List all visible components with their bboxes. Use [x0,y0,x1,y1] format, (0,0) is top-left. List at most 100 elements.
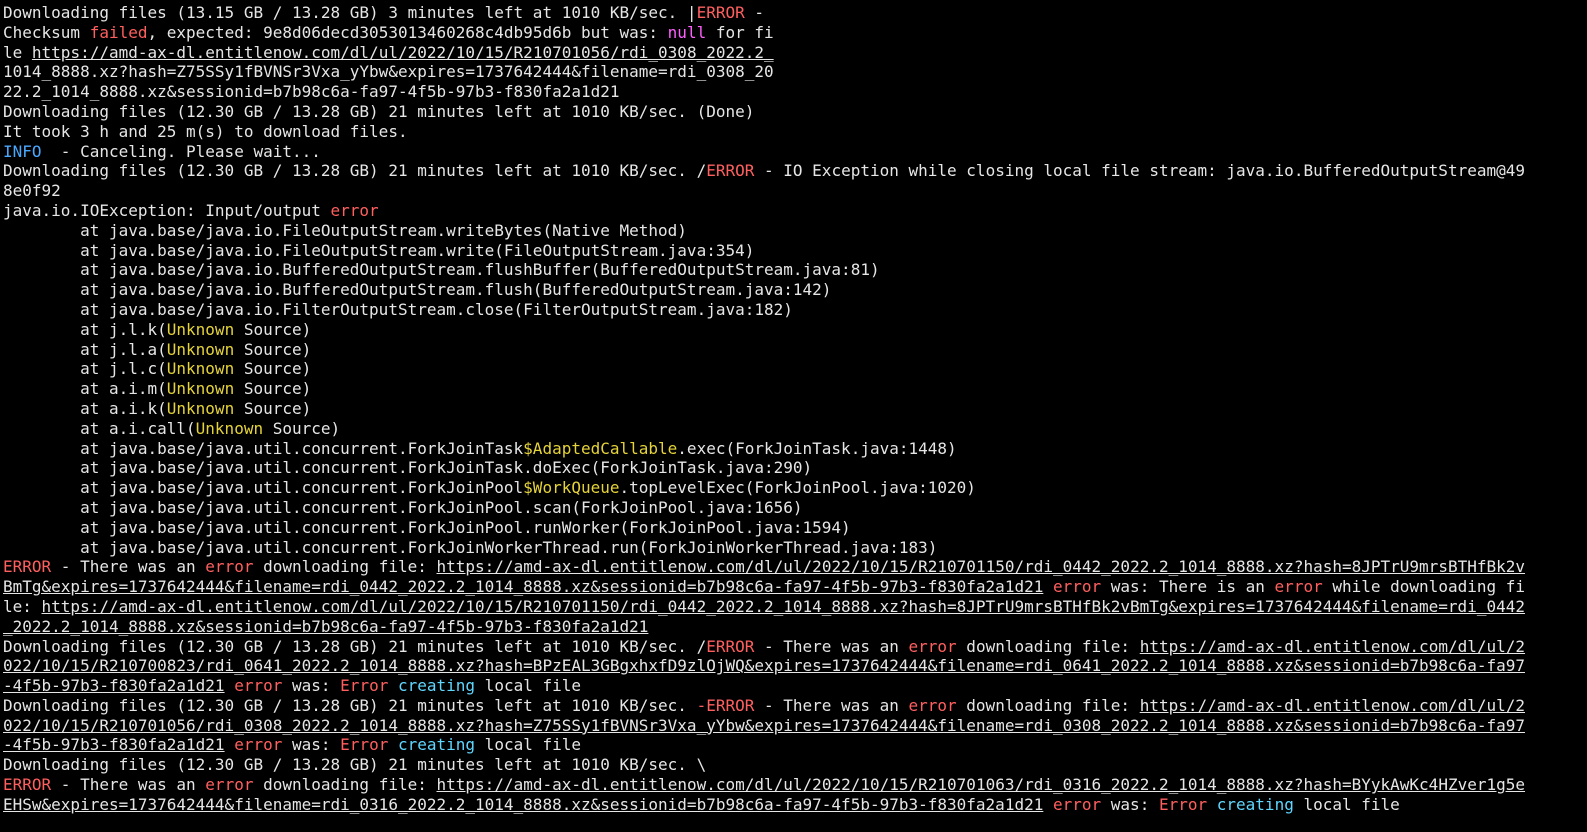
download-link[interactable]: BmTg&expires=1737642444&filename=rdi_044… [3,577,1043,596]
terminal-line: Checksum failed, expected: 9e8d06decd305… [3,23,1587,43]
terminal-line: at j.l.k(Unknown Source) [3,320,1587,340]
download-link[interactable]: https://amd-ax-dl.entitlenow.com/dl/ul/2… [437,775,1526,794]
line-text: at java.base/java.util.concurrent.ForkJo… [3,497,803,517]
terminal-line: at java.base/java.io.BufferedOutputStrea… [3,260,1587,280]
line-text [1043,795,1053,814]
line-text: at java.base/java.io.BufferedOutputStrea… [3,280,832,300]
highlight-cyan: creating [397,676,476,696]
line-text: was: [282,676,341,696]
terminal-line: at java.base/java.util.concurrent.ForkJo… [3,538,1587,558]
line-text: Downloading files (12.30 GB / 13.28 GB) … [3,636,707,656]
terminal-line: at j.l.a(Unknown Source) [3,340,1587,360]
terminal-line: INFO - Canceling. Please wait... [3,142,1587,162]
line-text: local file [475,676,582,696]
terminal-line: 022/10/15/R210701056/rdi_0308_2022.2_101… [3,716,1587,736]
download-link[interactable]: -4f5b-97b3-f830fa2a1d21 [3,676,225,695]
line-text: - There was an [754,636,909,656]
download-link[interactable]: _2022.2_1014_8888.xz&sessionid=b7b98c6a-… [3,617,648,636]
highlight-yellow: $WorkQueue [523,478,620,498]
line-text: Checksum [3,22,90,42]
line-text: downloading file: [253,775,437,795]
terminal-line: Downloading files (12.30 GB / 13.28 GB) … [3,755,1587,775]
line-text: Source) [234,319,312,339]
line-text [225,676,235,695]
line-text: - There was an [51,557,206,577]
highlight-err: error [1052,577,1102,597]
line-text: , expected: 9e8d06decd3053013460268c4db9… [147,22,668,42]
highlight-err: error [330,200,379,220]
highlight-yellow: Unknown [166,319,235,339]
download-link[interactable]: EHSw&expires=1737642444&filename=rdi_031… [3,795,1043,814]
terminal-line: at java.base/java.util.concurrent.ForkJo… [3,498,1587,518]
line-text: downloading file: [956,636,1140,656]
terminal-line: at java.base/java.io.FileOutputStream.wr… [3,221,1587,241]
terminal-line: EHSw&expires=1737642444&filename=rdi_031… [3,795,1587,815]
highlight-err: error [205,557,254,577]
line-text: le [3,42,32,62]
line-text: Downloading files (13.15 GB / 13.28 GB) … [3,3,697,22]
download-link[interactable]: 022/10/15/R210700823/rdi_0641_2022.2_101… [3,656,1525,675]
line-text: Source) [234,398,312,418]
line-text: at java.base/java.util.concurrent.ForkJo… [3,458,813,478]
line-text: at java.base/java.io.FilterOutputStream.… [3,299,793,319]
terminal-line: at java.base/java.io.BufferedOutputStrea… [3,280,1587,300]
line-text: at j.l.k( [3,319,167,339]
terminal-line: Downloading files (12.30 GB / 13.28 GB) … [3,696,1587,716]
line-text: at java.base/java.util.concurrent.ForkJo… [3,478,524,498]
download-link[interactable]: https://amd-ax-dl.entitlenow.com/dl/ul/2… [42,597,1525,616]
line-text [1207,795,1217,814]
highlight-err: error [234,676,283,696]
line-text: java.io.IOException: Input/output [3,200,331,220]
highlight-yellow: Unknown [166,398,235,418]
line-text: Downloading files (12.30 GB / 13.28 GB) … [3,161,707,181]
terminal-line: at java.base/java.util.concurrent.ForkJo… [3,458,1587,478]
highlight-err: failed [89,22,148,42]
line-text [1043,577,1053,596]
line-text: - IO Exception while closing local file … [754,161,1525,181]
highlight-err: error [908,636,957,656]
line-text: 1014_8888.xz?hash=Z75SSy1fBVNSr3Vxa_yYbw… [3,62,774,82]
line-text: Source) [234,339,312,359]
download-link[interactable]: -4f5b-97b3-f830fa2a1d21 [3,735,225,754]
terminal-window[interactable]: Downloading files (13.15 GB / 13.28 GB) … [0,0,1587,832]
terminal-line: ERROR - There was an error downloading f… [3,775,1587,795]
download-link[interactable]: https://amd-ax-dl.entitlenow.com/dl/ul/2 [1140,637,1525,656]
terminal-line: at a.i.k(Unknown Source) [3,399,1587,419]
highlight-yellow: Unknown [166,339,235,359]
line-text: Source) [234,379,312,399]
download-link[interactable]: 022/10/15/R210701056/rdi_0308_2022.2_101… [3,716,1525,735]
highlight-err: Error [340,735,389,755]
line-text: at a.i.m( [3,379,167,399]
terminal-line: at java.base/java.io.FileOutputStream.wr… [3,241,1587,261]
terminal-line: at java.base/java.util.concurrent.ForkJo… [3,478,1587,498]
line-text: le: [3,596,42,616]
line-text: at a.i.k( [3,398,167,418]
line-text: while downloading fi [1322,577,1526,597]
highlight-magenta: null [667,22,707,42]
line-text: was: There is an [1101,577,1275,597]
highlight-err: Error [340,676,389,696]
download-link[interactable]: https://amd-ax-dl.entitlenow.com/dl/ul/2… [437,557,1526,576]
download-link[interactable]: https://amd-ax-dl.entitlenow.com/dl/ul/2… [32,43,774,62]
highlight-cyan: creating [1216,794,1294,814]
highlight-err: ERROR [706,161,755,181]
line-text: - [744,3,764,22]
terminal-line: 8e0f92 [3,181,1587,201]
line-text: at java.base/java.util.concurrent.ForkJo… [3,438,524,458]
line-text: at a.i.call( [3,418,196,438]
line-text: Source) [263,418,341,438]
highlight-err: Error [1158,794,1208,814]
line-text: downloading file: [956,695,1140,715]
terminal-line: 022/10/15/R210700823/rdi_0641_2022.2_101… [3,656,1587,676]
line-text: 22.2_1014_8888.xz&sessionid=b7b98c6a-fa9… [3,82,620,102]
line-text: Downloading files (12.30 GB / 13.28 GB) … [3,755,707,775]
line-text: downloading file: [253,557,437,577]
highlight-err: error [205,775,254,795]
line-text: Downloading files (12.30 GB / 13.28 GB) … [3,695,697,715]
highlight-cyan: creating [397,735,476,755]
line-text: local file [475,735,582,755]
download-link[interactable]: https://amd-ax-dl.entitlenow.com/dl/ul/2 [1140,696,1525,715]
terminal-line: at java.base/java.io.FilterOutputStream.… [3,300,1587,320]
line-text: Downloading files (12.30 GB / 13.28 GB) … [3,101,755,121]
line-text: was: [1101,794,1159,814]
